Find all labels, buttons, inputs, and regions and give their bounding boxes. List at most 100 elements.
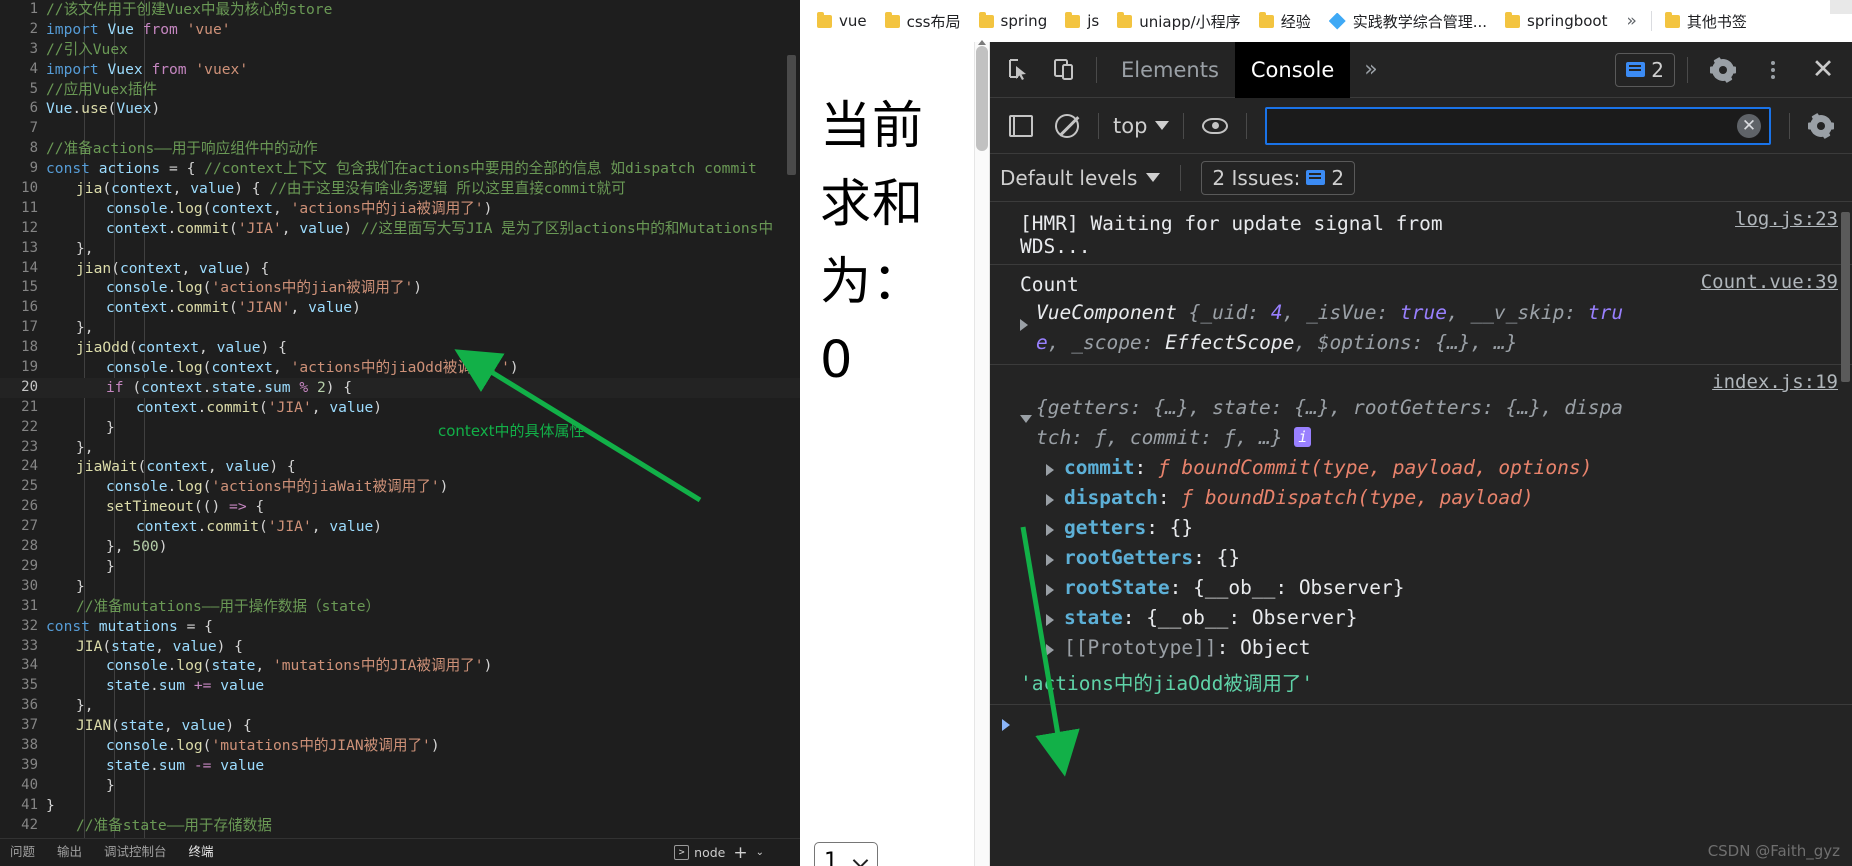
object-property-row[interactable]: rootGetters: {}	[1020, 543, 1842, 573]
count-select[interactable]: 123	[814, 842, 878, 866]
console-filter-input-wrapper[interactable]: ✕	[1265, 106, 1771, 145]
devtools-tab-elements[interactable]: Elements	[1105, 42, 1235, 98]
folder-icon	[1505, 11, 1521, 28]
page-scrollbar-thumb[interactable]	[976, 46, 988, 151]
bookmark-7[interactable]: springboot	[1496, 8, 1616, 34]
clear-input-icon[interactable]: ✕	[1737, 113, 1761, 138]
issues-count: 2	[1651, 57, 1664, 82]
vscode-window: 1 //该文件用于创建Vuex中最为核心的store 2 import Vue fro…	[0, 0, 800, 866]
clear-console-icon[interactable]	[1044, 103, 1090, 149]
bookmarks-overflow-button[interactable]: »	[1616, 11, 1646, 31]
info-badge-icon[interactable]: i	[1294, 427, 1312, 447]
console-filter-input[interactable]	[1267, 115, 1737, 136]
more-panels-button[interactable]: »	[1350, 57, 1391, 82]
new-terminal-button[interactable]: +	[733, 844, 747, 861]
panel-tab-0[interactable]: 问题	[10, 839, 35, 866]
devtools-panel: Elements Console » 2 ✕ top ✕ Default lev…	[990, 41, 1852, 866]
inspect-element-icon[interactable]	[996, 47, 1042, 93]
code-text: const mutations = {	[46, 617, 213, 635]
code-text: Vue.use(Vuex)	[46, 100, 161, 118]
object-property-row[interactable]: rootState: {__ob__: Observer}	[1020, 573, 1842, 603]
console-scrollbar[interactable]	[1841, 202, 1850, 866]
expand-arrow-icon[interactable]	[1046, 464, 1054, 476]
default-levels-dropdown[interactable]: Default levels	[1000, 166, 1161, 190]
object-property-row[interactable]: commit: ƒ boundCommit(type, payload, opt…	[1020, 453, 1842, 483]
execution-context-selector[interactable]: top	[1107, 114, 1175, 138]
object-property-row[interactable]: [[Prototype]]: Object	[1020, 633, 1842, 663]
terminal-dropdown-icon[interactable]: ⌄	[756, 847, 764, 858]
folder-icon	[884, 11, 900, 28]
code-text: state.sum -= value	[106, 756, 265, 774]
panel-tab-2[interactable]: 调试控制台	[104, 839, 167, 866]
page-scrollbar[interactable]	[974, 40, 989, 866]
panel-tab-3[interactable]: 终端	[188, 839, 214, 866]
bookmark-1[interactable]: css布局	[876, 7, 970, 36]
code-text: }	[76, 577, 85, 595]
gear-icon[interactable]	[1700, 47, 1746, 93]
issues-bar-button[interactable]: 2 Issues: 2	[1201, 160, 1356, 195]
bookmark-2[interactable]: spring	[970, 8, 1057, 34]
bookmark-other[interactable]: 其他书签	[1656, 7, 1756, 36]
scroll-up-arrow-icon[interactable]	[978, 40, 986, 45]
more-options-icon[interactable]	[1750, 47, 1796, 93]
close-icon[interactable]: ✕	[1800, 47, 1846, 93]
code-editor[interactable]: 1 //该文件用于创建Vuex中最为核心的store 2 import Vue fro…	[0, 0, 800, 838]
console-source-link[interactable]: log.js:23	[1735, 208, 1838, 230]
line-number: 4	[29, 60, 38, 77]
bookmark-6[interactable]: 实践教学综合管理...	[1320, 7, 1496, 36]
bookmark-4[interactable]: uniapp/小程序	[1108, 7, 1249, 36]
bookmark-3[interactable]: js	[1056, 8, 1108, 34]
property-key: getters	[1064, 516, 1147, 539]
console-settings-gear-icon[interactable]	[1798, 103, 1844, 149]
console-message[interactable]: index.js:19 {getters: {…}, state: {…}, r…	[990, 365, 1852, 665]
console-message[interactable]: Count.vue:39 Count VueComponent {_uid: 4…	[990, 265, 1852, 365]
panel-tab-1[interactable]: 输出	[57, 839, 82, 866]
issues-counter-button[interactable]: 2	[1615, 52, 1675, 87]
console-source-link[interactable]: Count.vue:39	[1701, 271, 1838, 293]
terminal-selector[interactable]: > node	[674, 845, 725, 860]
code-line: 6 Vue.use(Vuex)	[0, 99, 800, 119]
expand-arrow-icon[interactable]	[1046, 524, 1054, 536]
console-prompt[interactable]	[990, 705, 1852, 731]
code-text: console.log('actions中的jian被调用了')	[106, 279, 423, 297]
object-property-row[interactable]: dispatch: ƒ boundDispatch(type, payload)	[1020, 483, 1842, 513]
collapse-arrow-icon[interactable]	[1020, 415, 1032, 423]
expand-arrow-icon[interactable]	[1046, 644, 1054, 656]
expand-arrow-icon[interactable]	[1046, 494, 1054, 506]
console-message[interactable]: 'actions中的jiaOdd被调用了'	[990, 665, 1852, 700]
device-toolbar-icon[interactable]	[1042, 47, 1088, 93]
line-number: 29	[21, 557, 38, 574]
code-text: console.log('mutations中的JIAN被调用了')	[106, 736, 440, 754]
bookmarks-bar: vue css布局 spring js uniapp/小程序 经验 实践教学综合管理... s…	[800, 0, 1852, 42]
expand-arrow-icon[interactable]	[1046, 584, 1054, 596]
console-message-text-2: WDS...	[1020, 235, 1091, 258]
code-text: //准备actions——用于响应组件中的动作	[46, 140, 318, 158]
bookmark-5[interactable]: 经验	[1250, 7, 1320, 36]
code-text: }	[106, 776, 115, 794]
toolbar-divider-2	[1687, 56, 1688, 83]
console-sidebar-icon[interactable]	[998, 103, 1044, 149]
editor-scrollbar[interactable]	[787, 55, 796, 175]
line-number: 31	[21, 597, 38, 614]
code-text: jiaOdd(context, value) {	[76, 339, 287, 357]
devtools-toolbar-right: 2 ✕	[1615, 47, 1846, 93]
code-line: 35 state.sum += value	[0, 676, 800, 696]
object-property-row[interactable]: state: {__ob__: Observer}	[1020, 603, 1842, 633]
object-property-row[interactable]: getters: {}	[1020, 513, 1842, 543]
bookmark-0[interactable]: vue	[808, 8, 876, 34]
devtools-tab-console[interactable]: Console	[1234, 41, 1351, 98]
expand-arrow-icon[interactable]	[1046, 614, 1054, 626]
line-number: 25	[21, 478, 38, 495]
expand-arrow-icon[interactable]	[1020, 319, 1028, 331]
console-output[interactable]: log.js:23 [HMR] Waiting for update signa…	[990, 202, 1852, 866]
live-expression-icon[interactable]	[1192, 103, 1238, 149]
property-value: {__ob__: Observer}	[1193, 576, 1405, 599]
property-key: state	[1064, 606, 1123, 629]
console-source-link[interactable]: index.js:19	[1712, 371, 1838, 393]
code-text: }	[46, 796, 55, 814]
code-text: console.log(state, 'mutations中的JIA被调用了')	[106, 657, 493, 675]
console-message[interactable]: log.js:23 [HMR] Waiting for update signa…	[990, 202, 1852, 265]
code-line: 9 const actions = { //context上下文 包含我们在act…	[0, 159, 800, 179]
expand-arrow-icon[interactable]	[1046, 554, 1054, 566]
issues-bar-label: 2 Issues:	[1212, 165, 1301, 190]
